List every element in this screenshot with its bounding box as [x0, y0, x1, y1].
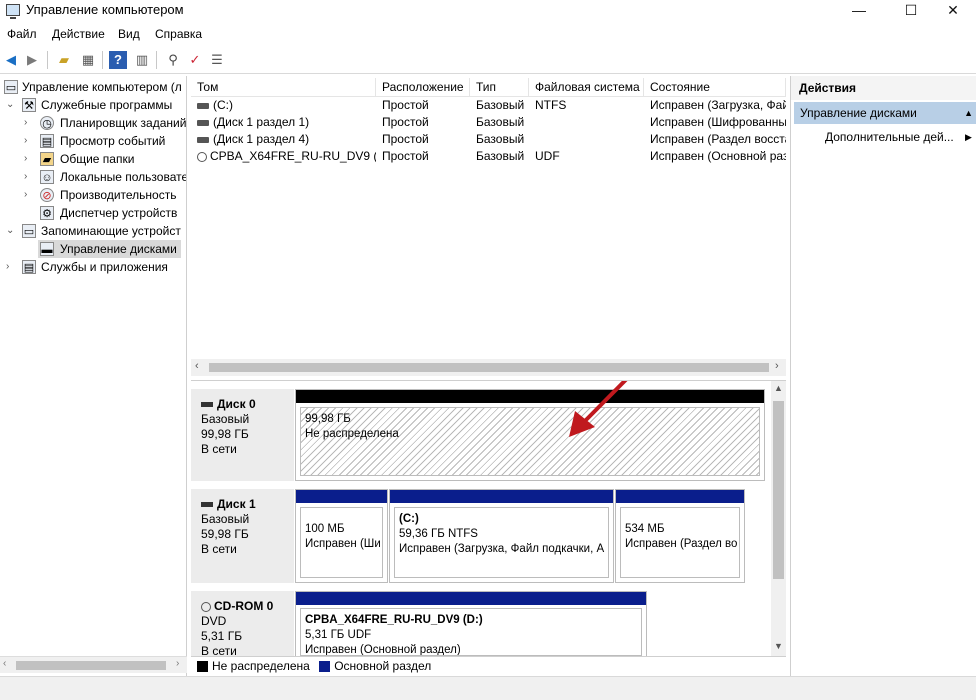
performance-icon: ⊘: [40, 188, 54, 202]
tree-horizontal-scrollbar[interactable]: ‹ ›: [0, 656, 187, 673]
tree-item-disk-management[interactable]: ▬ Управление дисками: [38, 240, 181, 258]
properties-icon[interactable]: ☰: [208, 51, 226, 69]
users-icon: ☺: [40, 170, 54, 184]
actions-section-disk-management[interactable]: Управление дисками ▲: [794, 102, 976, 124]
volume-icon: [197, 136, 209, 143]
clock-icon: ◷: [40, 116, 54, 130]
column-volume[interactable]: Том: [191, 78, 376, 97]
collapse-icon[interactable]: ▲: [964, 102, 973, 124]
volume-list: Том Расположение Тип Файловая система Со…: [191, 78, 786, 376]
volume-list-header: Том Расположение Тип Файловая система Со…: [191, 78, 786, 97]
panel-icon[interactable]: ▥: [133, 51, 151, 69]
scrollbar-thumb[interactable]: [16, 661, 166, 670]
tree-item-computer-management[interactable]: ▭ Управление компьютером (л: [0, 78, 186, 96]
expanded-chevron-icon[interactable]: ⌄: [6, 96, 16, 114]
scroll-left-icon[interactable]: ‹: [195, 360, 199, 372]
menu-help[interactable]: Справка: [155, 27, 202, 41]
tree-item-device-manager[interactable]: ⚙ Диспетчер устройств: [0, 204, 186, 222]
scroll-right-icon[interactable]: ›: [176, 658, 179, 669]
collapsed-chevron-icon[interactable]: ›: [24, 114, 34, 132]
column-status[interactable]: Состояние: [644, 78, 786, 97]
collapsed-chevron-icon[interactable]: ›: [24, 132, 34, 150]
volume-list-horizontal-scrollbar[interactable]: ‹ ›: [191, 359, 786, 376]
column-type[interactable]: Тип: [470, 78, 529, 97]
collapsed-chevron-icon[interactable]: ›: [24, 168, 34, 186]
shared-folder-icon: ▰: [40, 152, 54, 166]
table-row[interactable]: (Диск 1 раздел 1) Простой Базовый Исправ…: [191, 114, 786, 131]
event-log-icon: ▤: [40, 134, 54, 148]
maximize-button[interactable]: ☐: [888, 0, 934, 22]
tree-item-shared-folders[interactable]: › ▰ Общие папки: [0, 150, 186, 168]
tree-item-system-tools[interactable]: ⌄ ⚒ Служебные программы: [0, 96, 186, 114]
tree-item-task-scheduler[interactable]: › ◷ Планировщик заданий: [0, 114, 186, 132]
tree-item-services[interactable]: › ▤ Службы и приложения: [0, 258, 186, 276]
disk-map: Диск 0 Базовый 99,98 ГБ В сети 99,98 ГБ …: [191, 380, 786, 656]
toolbar-separator: [102, 51, 103, 69]
menu-action[interactable]: Действие: [52, 27, 105, 41]
volume-icon: [197, 102, 209, 109]
tree-item-event-viewer[interactable]: › ▤ Просмотр событий: [0, 132, 186, 150]
help-icon[interactable]: ?: [109, 51, 127, 69]
view-icon[interactable]: ▦: [79, 51, 97, 69]
column-file-system[interactable]: Файловая система: [529, 78, 644, 97]
volume-icon: [197, 119, 209, 126]
expanded-chevron-icon[interactable]: ⌄: [6, 222, 16, 240]
status-bar: [0, 676, 976, 700]
back-icon[interactable]: ◀: [2, 51, 20, 69]
annotation-arrow: [569, 381, 628, 437]
title-bar: Управление компьютером — ☐ ✕: [0, 0, 976, 22]
check-icon[interactable]: ✓: [186, 51, 204, 69]
toolbar-separator: [47, 51, 48, 69]
scrollbar-thumb[interactable]: [209, 363, 769, 372]
actions-title: Действия: [791, 76, 976, 100]
collapsed-chevron-icon[interactable]: ›: [6, 258, 16, 276]
menu-file[interactable]: Файл: [7, 27, 37, 41]
toolbar: ◀ ▶ ▰ ▦ ? ▥ ⚲ ✓ ☰: [0, 46, 976, 74]
actions-pane: Действия Управление дисками ▲ Дополнител…: [790, 76, 976, 676]
computer-icon: ▭: [4, 80, 18, 94]
storage-icon: ▭: [22, 224, 36, 238]
connect-icon[interactable]: ⚲: [164, 51, 182, 69]
minimize-button[interactable]: —: [836, 0, 882, 22]
menu-view[interactable]: Вид: [118, 27, 140, 41]
device-manager-icon: ⚙: [40, 206, 54, 220]
more-actions[interactable]: Дополнительные дей... ▶: [825, 127, 975, 147]
table-row[interactable]: CPBA_X64FRE_RU-RU_DV9 (D:) Простой Базов…: [191, 148, 786, 165]
tree-item-performance[interactable]: › ⊘ Производительность: [0, 186, 186, 204]
toolbar-separator: [156, 51, 157, 69]
tree-item-local-users[interactable]: › ☺ Локальные пользовате: [0, 168, 186, 186]
up-icon[interactable]: ▰: [55, 51, 73, 69]
cd-icon: [197, 151, 207, 162]
forward-icon[interactable]: ▶: [23, 51, 41, 69]
column-layout[interactable]: Расположение: [376, 78, 470, 97]
close-button[interactable]: ✕: [930, 0, 976, 22]
scroll-left-icon[interactable]: ‹: [3, 658, 6, 669]
table-row[interactable]: (Диск 1 раздел 4) Простой Базовый Исправ…: [191, 131, 786, 148]
tree-item-storage[interactable]: ⌄ ▭ Запоминающие устройст: [0, 222, 186, 240]
disk-management-icon: ▬: [40, 242, 54, 256]
submenu-arrow-icon: ▶: [965, 132, 972, 142]
navigation-tree: ▭ Управление компьютером (л ⌄ ⚒ Служебны…: [0, 76, 187, 676]
legend: Не распределена Основной раздел: [191, 656, 786, 675]
services-icon: ▤: [22, 260, 36, 274]
primary-swatch: [319, 661, 331, 673]
tools-icon: ⚒: [22, 98, 36, 112]
unallocated-swatch: [197, 661, 208, 673]
collapsed-chevron-icon[interactable]: ›: [24, 186, 34, 204]
menu-bar: Файл Действие Вид Справка: [0, 24, 976, 44]
table-row[interactable]: (C:) Простой Базовый NTFS Исправен (Загр…: [191, 97, 786, 114]
scroll-right-icon[interactable]: ›: [775, 360, 779, 372]
computer-management-icon: [6, 4, 20, 19]
collapsed-chevron-icon[interactable]: ›: [24, 150, 34, 168]
window-title: Управление компьютером: [26, 2, 184, 17]
